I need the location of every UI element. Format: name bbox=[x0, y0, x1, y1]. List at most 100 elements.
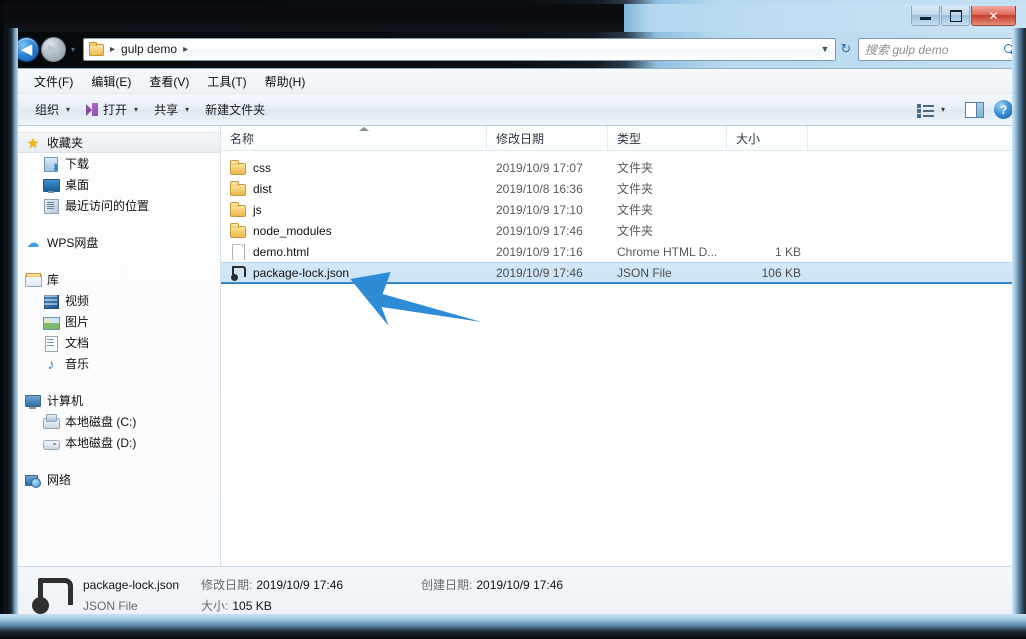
body-split: ★ 收藏夹下载桌面最近访问的位置 ☁ WPS网盘库视频图片文档 ♪ 音乐计算机本地磁盘 (… bbox=[15, 126, 1019, 566]
cell-type: JSON File bbox=[617, 265, 672, 280]
details-line-primary: package-lock.json 修改日期: 2019/10/9 17:46 创… bbox=[83, 576, 581, 593]
chevron-down-icon: ▾ bbox=[940, 105, 945, 114]
close-icon: ✕ bbox=[988, 8, 999, 23]
cell-name: demo.html bbox=[221, 243, 487, 260]
window-frame: ✕ ◀ ▶ ▾ ▸ gulp demo ▸ ▼ ↻ 搜索 gulp demo 文… bbox=[4, 4, 1026, 636]
sidebar-item-2-3[interactable]: ♪ 音乐 bbox=[15, 353, 220, 374]
sidebar-group-label: 库 bbox=[47, 273, 60, 287]
details-text: package-lock.json 修改日期: 2019/10/9 17:46 创… bbox=[83, 576, 581, 614]
minimize-button[interactable] bbox=[911, 6, 940, 26]
details-created: 创建日期: 2019/10/9 17:46 bbox=[421, 576, 581, 593]
open-button[interactable]: 打开 ▾ bbox=[78, 98, 146, 121]
sidebar-item-group-2[interactable]: 库 bbox=[15, 269, 220, 290]
sidebar-item-2-1[interactable]: 图片 bbox=[15, 311, 220, 332]
menu-item-1[interactable]: 编辑(E) bbox=[82, 71, 140, 92]
chevron-down-icon: ▾ bbox=[134, 105, 139, 114]
table-row[interactable]: dist 2019/10/8 16:36 文件夹 bbox=[221, 178, 1019, 199]
column-header-name[interactable]: 名称 bbox=[221, 126, 487, 150]
sidebar-item-2-2[interactable]: 文档 bbox=[15, 332, 220, 353]
download-icon bbox=[43, 156, 60, 174]
sidebar-item-2-0[interactable]: 视频 bbox=[15, 290, 220, 311]
refresh-button[interactable]: ↻ bbox=[836, 41, 856, 57]
nav-group-spacer bbox=[15, 376, 220, 390]
menu-item-0[interactable]: 文件(F) bbox=[25, 71, 82, 92]
table-row[interactable]: demo.html 2019/10/9 17:16 Chrome HTML D...… bbox=[221, 241, 1019, 262]
column-header-date[interactable]: 修改日期 bbox=[487, 126, 608, 150]
address-dropdown-icon[interactable]: ▼ bbox=[817, 44, 833, 54]
sidebar-item-group-0[interactable]: ★ 收藏夹 bbox=[15, 132, 220, 153]
forward-button[interactable]: ▶ bbox=[41, 36, 66, 62]
minimize-icon bbox=[920, 17, 931, 20]
back-arrow-icon: ◀ bbox=[20, 41, 33, 58]
file-name-label: dist bbox=[253, 181, 272, 196]
file-name-label: demo.html bbox=[253, 244, 310, 259]
window-border-left bbox=[4, 28, 18, 618]
maximize-button[interactable] bbox=[941, 6, 970, 26]
video-icon bbox=[43, 293, 59, 309]
disk-c-icon bbox=[43, 413, 60, 430]
column-header-type[interactable]: 类型 bbox=[608, 126, 727, 150]
sort-ascending-icon bbox=[359, 127, 369, 131]
breadcrumb-separator-end[interactable]: ▸ bbox=[179, 44, 192, 55]
open-label: 打开 bbox=[103, 103, 128, 117]
new-folder-label: 新建文件夹 bbox=[205, 103, 266, 117]
file-name-label: css bbox=[253, 160, 271, 175]
sidebar-item-0-2[interactable]: 最近访问的位置 bbox=[15, 195, 220, 216]
share-button[interactable]: 共享 ▾ bbox=[146, 98, 197, 121]
maximize-icon bbox=[949, 9, 962, 22]
command-toolbar: 组织 ▾ 打开 ▾ 共享 ▾ 新建文件夹 ▾ ? bbox=[15, 94, 1019, 126]
details-size: 大小: 105 KB bbox=[201, 597, 351, 614]
menu-item-2[interactable]: 查看(V) bbox=[140, 71, 198, 92]
preview-pane-button[interactable] bbox=[965, 101, 984, 118]
visual-studio-icon bbox=[86, 103, 99, 116]
nav-group-2: 库视频 图片 文档 ♪ 音乐 bbox=[15, 269, 220, 374]
sidebar-item-label: 桌面 bbox=[65, 178, 90, 192]
sidebar-item-group-4[interactable]: 网络 bbox=[15, 469, 220, 490]
cell-name: package-lock.json bbox=[221, 265, 487, 281]
sidebar-item-0-0[interactable]: 下载 bbox=[15, 153, 220, 174]
close-button[interactable]: ✕ bbox=[971, 6, 1016, 26]
chevron-down-icon: ▾ bbox=[66, 105, 71, 114]
menu-bar: 文件(F) 编辑(E) 查看(V) 工具(T) 帮助(H) bbox=[15, 69, 1019, 94]
sidebar-item-3-1[interactable]: 本地磁盘 (D:) bbox=[15, 432, 220, 453]
details-modified-value: 2019/10/9 17:46 bbox=[256, 578, 344, 592]
details-line-secondary: JSON File 大小: 105 KB bbox=[83, 597, 581, 614]
details-modified: 修改日期: 2019/10/9 17:46 bbox=[201, 576, 351, 593]
details-created-value: 2019/10/9 17:46 bbox=[476, 578, 564, 592]
details-modified-label: 修改日期: bbox=[201, 578, 253, 592]
html-file-icon bbox=[230, 243, 246, 260]
details-file-kind: JSON File bbox=[83, 598, 138, 613]
organize-button[interactable]: 组织 ▾ bbox=[27, 98, 78, 121]
column-header-size[interactable]: 大小 bbox=[727, 126, 808, 150]
sidebar-item-label: 最近访问的位置 bbox=[65, 199, 150, 213]
json-file-icon bbox=[29, 575, 73, 615]
sidebar-item-0-1[interactable]: 桌面 bbox=[15, 174, 220, 195]
cell-date: 2019/10/9 17:46 bbox=[496, 223, 583, 238]
sidebar-group-label: 计算机 bbox=[47, 394, 84, 408]
table-row[interactable]: node_modules 2019/10/9 17:46 文件夹 bbox=[221, 220, 1019, 241]
breadcrumb-current-folder[interactable]: gulp demo bbox=[119, 41, 179, 57]
cell-name: dist bbox=[221, 180, 487, 197]
sidebar-item-group-3[interactable]: 计算机 bbox=[15, 390, 220, 411]
disk-d-icon bbox=[43, 435, 60, 451]
search-input[interactable]: 搜索 gulp demo bbox=[865, 41, 1003, 58]
address-bar[interactable]: ▸ gulp demo ▸ ▼ bbox=[83, 37, 836, 61]
nav-group-spacer bbox=[15, 455, 220, 469]
recent-pages-dropdown[interactable]: ▾ bbox=[67, 39, 79, 59]
table-row[interactable]: js 2019/10/9 17:10 文件夹 bbox=[221, 199, 1019, 220]
menu-item-3[interactable]: 工具(T) bbox=[198, 71, 255, 92]
sidebar-item-group-1[interactable]: ☁ WPS网盘 bbox=[15, 232, 220, 253]
help-button[interactable]: ? bbox=[994, 100, 1013, 119]
menu-item-4[interactable]: 帮助(H) bbox=[256, 71, 315, 92]
cell-name: css bbox=[221, 159, 487, 176]
new-folder-button[interactable]: 新建文件夹 bbox=[197, 98, 273, 121]
share-label: 共享 bbox=[154, 103, 179, 117]
toolbar-right-group: ▾ ? bbox=[909, 100, 1013, 120]
search-box[interactable]: 搜索 gulp demo bbox=[858, 37, 1020, 61]
table-row[interactable]: package-lock.json 2019/10/9 17:46 JSON Fil… bbox=[221, 262, 1019, 283]
change-view-button[interactable]: ▾ bbox=[909, 100, 953, 120]
cell-type: Chrome HTML D... bbox=[617, 244, 718, 259]
table-row[interactable]: css 2019/10/9 17:07 文件夹 bbox=[221, 157, 1019, 178]
folder-icon bbox=[230, 201, 246, 218]
sidebar-item-3-0[interactable]: 本地磁盘 (C:) bbox=[15, 411, 220, 432]
